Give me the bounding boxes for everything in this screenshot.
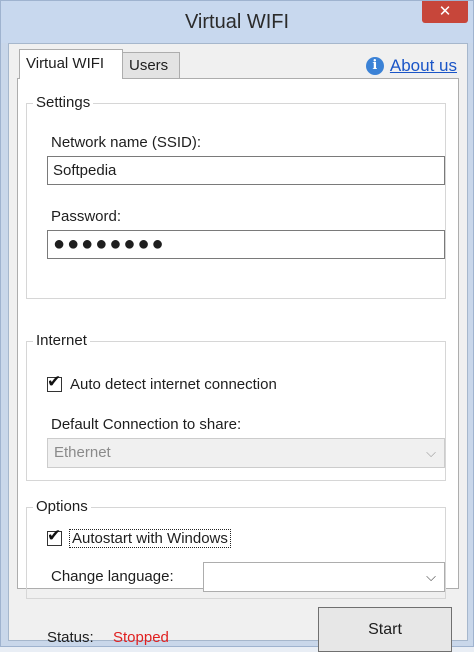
ssid-input[interactable]: Softpedia [47,156,445,185]
options-group: Options ✔ Autostart with Windows Change … [26,498,446,599]
start-button[interactable]: Start [318,607,452,652]
options-legend: Options [33,498,91,515]
internet-legend: Internet [33,332,90,349]
password-label: Password: [51,208,122,225]
tab-virtual-wifi[interactable]: Virtual WIFI [19,49,123,79]
auto-detect-row[interactable]: ✔ Auto detect internet connection [47,372,277,393]
app-window: Virtual WIFI ✕ Virtual WIFI Users i Abou… [0,0,474,652]
default-connection-label: Default Connection to share: [51,416,242,433]
auto-detect-checkbox[interactable]: ✔ [47,372,62,392]
close-button[interactable]: ✕ [422,1,468,23]
tab-label: Users [129,57,169,74]
default-connection-value: Ethernet [54,444,111,461]
settings-group: Settings Network name (SSID): Softpedia … [26,94,446,299]
autostart-row[interactable]: ✔ Autostart with Windows [47,526,231,548]
autostart-label[interactable]: Autostart with Windows [69,529,231,548]
chevron-down-icon: ⌵ [426,445,436,460]
auto-detect-label[interactable]: Auto detect internet connection [70,376,277,393]
check-icon: ✔ [47,372,62,391]
settings-legend: Settings [33,94,94,111]
title-bar[interactable]: Virtual WIFI ✕ [1,1,473,43]
default-connection-select[interactable]: Ethernet ⌵ [47,438,445,468]
autostart-checkbox[interactable]: ✔ [47,526,62,546]
about-us-link[interactable]: About us [390,56,457,76]
status-label: Status: [47,629,94,646]
tab-users[interactable]: Users [122,52,180,78]
status-value: Stopped [113,629,169,646]
chevron-down-icon: ⌵ [426,569,436,584]
tab-label: Virtual WIFI [26,55,105,72]
language-label: Change language: [51,568,174,585]
close-icon: ✕ [438,3,452,20]
check-icon: ✔ [47,526,62,545]
ssid-label: Network name (SSID): [51,134,202,151]
internet-group: Internet ✔ Auto detect internet connecti… [26,332,446,481]
tab-panel: Settings Network name (SSID): Softpedia … [17,78,459,652]
window-title: Virtual WIFI [184,11,290,33]
info-icon[interactable]: i [365,57,384,75]
language-select[interactable]: ⌵ [203,562,445,592]
client-area: Virtual WIFI Users i About us Settings N… [8,43,468,652]
password-input[interactable]: ●●●●●●●● [47,230,445,259]
about-us-link-group[interactable]: i About us [365,56,457,76]
